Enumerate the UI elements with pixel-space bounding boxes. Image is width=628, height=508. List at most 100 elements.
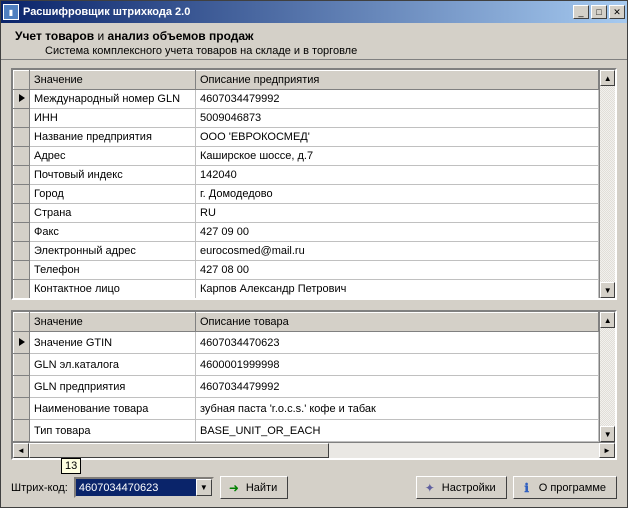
cell-label[interactable]: Адрес bbox=[30, 147, 196, 166]
cell-value[interactable]: 4607034479992 bbox=[196, 376, 599, 398]
vertical-scrollbar[interactable]: ▲ ▼ bbox=[599, 70, 615, 298]
scroll-right-icon[interactable]: ► bbox=[599, 443, 615, 458]
cell-value[interactable]: eurocosmed@mail.ru bbox=[196, 242, 599, 261]
row-selector[interactable] bbox=[14, 261, 30, 280]
row-selector[interactable] bbox=[14, 166, 30, 185]
cell-value[interactable]: 427 08 00 bbox=[196, 261, 599, 280]
dropdown-icon[interactable]: ▼ bbox=[196, 479, 212, 496]
row-selector[interactable] bbox=[14, 420, 30, 442]
cell-value[interactable]: 142040 bbox=[196, 166, 599, 185]
cell-label[interactable]: ИНН bbox=[30, 109, 196, 128]
cell-label[interactable]: Почтовый индекс bbox=[30, 166, 196, 185]
enterprise-grid[interactable]: Значение Описание предприятия Международ… bbox=[13, 70, 599, 298]
vertical-scrollbar[interactable]: ▲ ▼ bbox=[599, 312, 615, 442]
table-row[interactable]: Факс427 09 00 bbox=[14, 223, 599, 242]
table-row[interactable]: Международный номер GLN4607034479992 bbox=[14, 90, 599, 109]
cell-label[interactable]: GLN предприятия bbox=[30, 376, 196, 398]
table-row[interactable]: GLN предприятия4607034479992 bbox=[14, 376, 599, 398]
cell-value[interactable]: 5009046873 bbox=[196, 109, 599, 128]
table-row[interactable]: Название предприятияООО 'ЕВРОКОСМЕД' bbox=[14, 128, 599, 147]
row-selector[interactable] bbox=[14, 332, 30, 354]
scroll-down-icon[interactable]: ▼ bbox=[600, 426, 615, 442]
scroll-down-icon[interactable]: ▼ bbox=[600, 282, 615, 298]
row-selector[interactable] bbox=[14, 223, 30, 242]
cell-label[interactable]: Тип товара bbox=[30, 420, 196, 442]
table-row[interactable]: Почтовый индекс142040 bbox=[14, 166, 599, 185]
cell-label[interactable]: Контактное лицо bbox=[30, 280, 196, 299]
row-selector[interactable] bbox=[14, 280, 30, 299]
row-selector[interactable] bbox=[14, 90, 30, 109]
col-header-value[interactable]: Описание предприятия bbox=[196, 71, 599, 90]
scroll-track[interactable] bbox=[600, 328, 615, 426]
cell-label[interactable]: Факс bbox=[30, 223, 196, 242]
product-grid-panel: Значение Описание товара Значение GTIN46… bbox=[11, 310, 617, 460]
col-header-value[interactable]: Описание товара bbox=[196, 313, 599, 332]
scroll-thumb[interactable] bbox=[29, 443, 329, 458]
col-header-label[interactable]: Значение bbox=[30, 313, 196, 332]
scroll-left-icon[interactable]: ◄ bbox=[13, 443, 29, 458]
cell-value[interactable]: 4600001999998 bbox=[196, 354, 599, 376]
cell-value[interactable]: 4607034470623 bbox=[196, 332, 599, 354]
cell-label[interactable]: Электронный адрес bbox=[30, 242, 196, 261]
scroll-up-icon[interactable]: ▲ bbox=[600, 312, 615, 328]
row-selector[interactable] bbox=[14, 242, 30, 261]
cell-value[interactable]: ООО 'ЕВРОКОСМЕД' bbox=[196, 128, 599, 147]
cell-value[interactable]: г. Домодедово bbox=[196, 185, 599, 204]
row-selector[interactable] bbox=[14, 128, 30, 147]
table-row[interactable]: GLN эл.каталога4600001999998 bbox=[14, 354, 599, 376]
cell-label[interactable]: Наименование товара bbox=[30, 398, 196, 420]
cell-label[interactable]: Телефон bbox=[30, 261, 196, 280]
settings-button[interactable]: ✦ Настройки bbox=[416, 476, 507, 499]
window-title: Расшифровщик штрихкода 2.0 bbox=[23, 6, 573, 18]
cell-value[interactable]: 4607034479992 bbox=[196, 90, 599, 109]
maximize-button[interactable]: □ bbox=[591, 5, 607, 19]
cell-value[interactable]: зубная паста 'r.o.c.s.' кофе и табак bbox=[196, 398, 599, 420]
row-selector[interactable] bbox=[14, 354, 30, 376]
table-row[interactable]: Тип товараBASE_UNIT_OR_EACH bbox=[14, 420, 599, 442]
row-selector[interactable] bbox=[14, 398, 30, 420]
col-header-label[interactable]: Значение bbox=[30, 71, 196, 90]
row-selector[interactable] bbox=[14, 147, 30, 166]
barcode-combo[interactable]: 4607034470623 ▼ bbox=[74, 477, 214, 498]
cell-label[interactable]: Значение GTIN bbox=[30, 332, 196, 354]
cell-label[interactable]: Страна bbox=[30, 204, 196, 223]
page-subtitle: Система комплексного учета товаров на ск… bbox=[15, 43, 613, 57]
find-button[interactable]: ➜ Найти bbox=[220, 476, 288, 499]
product-grid[interactable]: Значение Описание товара Значение GTIN46… bbox=[13, 312, 599, 442]
row-selector[interactable] bbox=[14, 376, 30, 398]
minimize-button[interactable]: _ bbox=[573, 5, 589, 19]
cell-value[interactable]: RU bbox=[196, 204, 599, 223]
table-row[interactable]: Контактное лицоКарпов Александр Петрович bbox=[14, 280, 599, 299]
cell-value[interactable]: BASE_UNIT_OR_EACH bbox=[196, 420, 599, 442]
row-selector[interactable] bbox=[14, 204, 30, 223]
table-row[interactable]: Наименование товаразубная паста 'r.o.c.s… bbox=[14, 398, 599, 420]
about-button[interactable]: ℹ О программе bbox=[513, 476, 617, 499]
row-selector[interactable] bbox=[14, 185, 30, 204]
row-selector[interactable] bbox=[14, 109, 30, 128]
scroll-up-icon[interactable]: ▲ bbox=[600, 70, 615, 86]
bottom-toolbar: 13 Штрих-код: 4607034470623 ▼ ➜ Найти ✦ … bbox=[1, 470, 627, 507]
cell-label[interactable]: GLN эл.каталога bbox=[30, 354, 196, 376]
table-row[interactable]: ИНН5009046873 bbox=[14, 109, 599, 128]
table-row[interactable]: АдресКаширское шоссе, д.7 bbox=[14, 147, 599, 166]
grid-header-row: Значение Описание предприятия bbox=[14, 71, 599, 90]
cell-value[interactable]: 427 09 00 bbox=[196, 223, 599, 242]
cell-label[interactable]: Название предприятия bbox=[30, 128, 196, 147]
barcode-input[interactable]: 4607034470623 bbox=[76, 479, 196, 496]
count-tooltip: 13 bbox=[61, 458, 81, 474]
cell-value[interactable]: Каширское шоссе, д.7 bbox=[196, 147, 599, 166]
close-button[interactable]: ✕ bbox=[609, 5, 625, 19]
table-row[interactable]: Электронный адресeurocosmed@mail.ru bbox=[14, 242, 599, 261]
gear-icon: ✦ bbox=[423, 481, 437, 495]
scroll-track[interactable] bbox=[600, 86, 615, 282]
table-row[interactable]: Значение GTIN4607034470623 bbox=[14, 332, 599, 354]
horizontal-scrollbar[interactable]: ◄ ► bbox=[13, 442, 615, 458]
cell-label[interactable]: Город bbox=[30, 185, 196, 204]
table-row[interactable]: СтранаRU bbox=[14, 204, 599, 223]
titlebar[interactable]: ▮ Расшифровщик штрихкода 2.0 _ □ ✕ bbox=[1, 1, 627, 23]
cell-label[interactable]: Международный номер GLN bbox=[30, 90, 196, 109]
table-row[interactable]: Телефон427 08 00 bbox=[14, 261, 599, 280]
scroll-track[interactable] bbox=[329, 443, 599, 458]
table-row[interactable]: Городг. Домодедово bbox=[14, 185, 599, 204]
cell-value[interactable]: Карпов Александр Петрович bbox=[196, 280, 599, 299]
